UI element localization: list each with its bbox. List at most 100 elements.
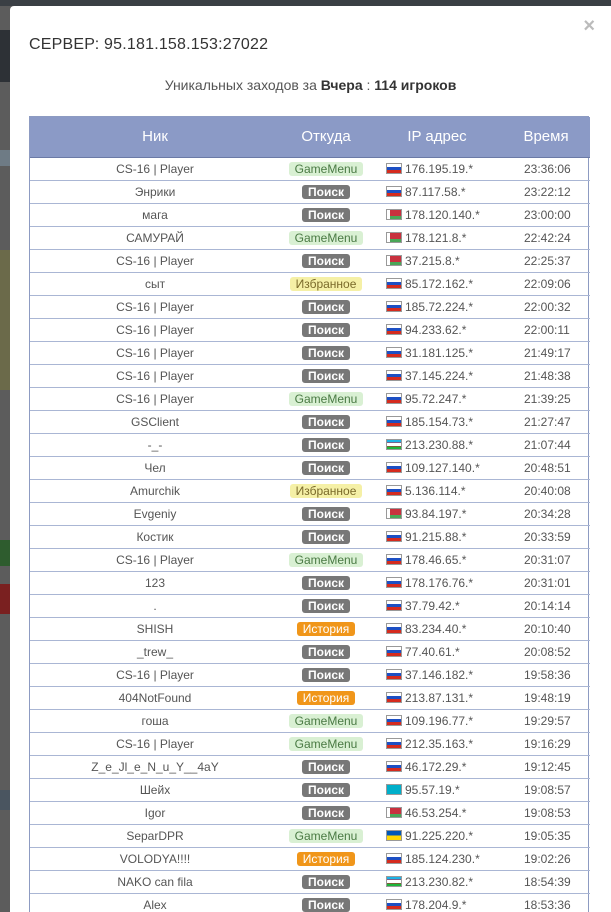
player-nick[interactable]: SHISH — [30, 617, 280, 641]
player-nick[interactable]: CS-16 | Player — [30, 548, 280, 572]
source-badge: Поиск — [301, 897, 350, 912]
player-nick[interactable]: Alex — [30, 893, 280, 912]
source-badge: Поиск — [301, 299, 350, 314]
ip-address: 91.225.220.* — [405, 828, 474, 843]
visit-time: 19:16:29 — [502, 732, 590, 756]
visit-time: 22:00:32 — [502, 295, 590, 319]
ip-address: 212.35.163.* — [405, 736, 474, 751]
visit-time: 22:42:24 — [502, 226, 590, 250]
player-nick[interactable]: CS-16 | Player — [30, 341, 280, 365]
player-nick[interactable]: SeparDPR — [30, 824, 280, 848]
ip-cell: 5.136.114.* — [372, 479, 502, 503]
unique-visits-period: Вчера — [320, 77, 363, 93]
player-nick[interactable]: -_- — [30, 433, 280, 457]
country-flag-icon — [386, 507, 402, 519]
player-nick[interactable]: CS-16 | Player — [30, 318, 280, 342]
table-row: CS-16 | Player GameMenu 212.35.163.* 19:16:… — [30, 732, 590, 756]
player-nick[interactable]: мага — [30, 203, 280, 227]
source-badge: GameMenu — [288, 713, 364, 728]
country-flag-icon — [386, 392, 402, 404]
player-nick[interactable]: Костик — [30, 525, 280, 549]
ip-cell: 91.215.88.* — [372, 525, 502, 549]
source-cell: Поиск — [280, 870, 372, 894]
source-cell: Поиск — [280, 801, 372, 825]
visits-table: Ник Откуда IP адрес Время CS-16 | Player… — [29, 116, 590, 912]
source-cell: Поиск — [280, 203, 372, 227]
table-row: CS-16 | Player Поиск 185.72.224.* 22:00:32 — [30, 295, 590, 319]
close-icon[interactable]: × — [583, 16, 595, 36]
source-badge: История — [296, 690, 356, 705]
player-nick[interactable]: Igor — [30, 801, 280, 825]
source-cell: GameMenu — [280, 157, 372, 181]
ip-address: 5.136.114.* — [405, 483, 466, 498]
unique-visits-summary: Уникальных заходов за Вчера : 114 игроко… — [10, 77, 611, 93]
ip-address: 83.234.40.* — [405, 621, 467, 636]
table-row: Шейх Поиск 95.57.19.* 19:08:57 — [30, 778, 590, 802]
country-flag-icon — [386, 185, 402, 197]
player-nick[interactable]: CS-16 | Player — [30, 387, 280, 411]
visit-time: 18:54:39 — [502, 870, 590, 894]
player-nick[interactable]: CS-16 | Player — [30, 364, 280, 388]
player-nick[interactable]: GSClient — [30, 410, 280, 434]
ip-cell: 178.121.8.* — [372, 226, 502, 250]
player-nick[interactable]: _trew_ — [30, 640, 280, 664]
player-nick[interactable]: CS-16 | Player — [30, 663, 280, 687]
visit-time: 23:22:12 — [502, 180, 590, 204]
country-flag-icon — [386, 760, 402, 772]
source-badge: GameMenu — [288, 552, 364, 567]
player-nick[interactable]: САМУРАЙ — [30, 226, 280, 250]
player-nick[interactable]: CS-16 | Player — [30, 249, 280, 273]
ip-address: 109.196.77.* — [405, 713, 474, 728]
player-nick[interactable]: Шейх — [30, 778, 280, 802]
player-nick[interactable]: . — [30, 594, 280, 618]
player-nick[interactable]: Amurchik — [30, 479, 280, 503]
table-row: Чел Поиск 109.127.140.* 20:48:51 — [30, 456, 590, 480]
player-nick[interactable]: 123 — [30, 571, 280, 595]
column-header-nick[interactable]: Ник — [30, 117, 280, 158]
ip-cell: 178.120.140.* — [372, 203, 502, 227]
source-badge: Поиск — [301, 345, 350, 360]
country-flag-icon — [386, 484, 402, 496]
visit-time: 19:48:19 — [502, 686, 590, 710]
source-cell: История — [280, 847, 372, 871]
ip-address: 213.230.88.* — [405, 437, 474, 452]
source-cell: Поиск — [280, 525, 372, 549]
source-badge: Поиск — [301, 759, 350, 774]
visit-time: 22:09:06 — [502, 272, 590, 296]
player-nick[interactable]: Z_e_Jl_e_N_u_Y__4aY — [30, 755, 280, 779]
player-nick[interactable]: Evgeniy — [30, 502, 280, 526]
source-cell: Поиск — [280, 433, 372, 457]
column-header-source[interactable]: Откуда — [280, 117, 372, 158]
player-nick[interactable]: сыт — [30, 272, 280, 296]
source-cell: Поиск — [280, 571, 372, 595]
player-nick[interactable]: CS-16 | Player — [30, 157, 280, 181]
table-row: CS-16 | Player GameMenu 178.46.65.* 20:31:0… — [30, 548, 590, 572]
player-nick[interactable]: NAKO can fila — [30, 870, 280, 894]
source-badge: Поиск — [301, 184, 350, 199]
table-row: Amurchik Избранное 5.136.114.* 20:40:08 — [30, 479, 590, 503]
country-flag-icon — [386, 530, 402, 542]
table-row: CS-16 | Player Поиск 37.146.182.* 19:58:36 — [30, 663, 590, 687]
country-flag-icon — [386, 691, 402, 703]
player-nick[interactable]: VOLODYA!!!! — [30, 847, 280, 871]
ip-cell: 91.225.220.* — [372, 824, 502, 848]
player-nick[interactable]: 404NotFound — [30, 686, 280, 710]
player-nick[interactable]: Энрики — [30, 180, 280, 204]
column-header-ip[interactable]: IP адрес — [372, 117, 502, 158]
ip-cell: 178.176.76.* — [372, 571, 502, 595]
ip-cell: 77.40.61.* — [372, 640, 502, 664]
source-cell: История — [280, 686, 372, 710]
table-row: SeparDPR GameMenu 91.225.220.* 19:05:35 — [30, 824, 590, 848]
player-nick[interactable]: гоша — [30, 709, 280, 733]
column-header-time[interactable]: Время — [502, 117, 590, 158]
player-nick[interactable]: CS-16 | Player — [30, 295, 280, 319]
source-cell: GameMenu — [280, 824, 372, 848]
table-row: сыт Избранное 85.172.162.* 22:09:06 — [30, 272, 590, 296]
player-nick[interactable]: CS-16 | Player — [30, 732, 280, 756]
country-flag-icon — [386, 162, 402, 174]
ip-address: 185.72.224.* — [405, 299, 474, 314]
source-badge: Поиск — [301, 322, 350, 337]
player-nick[interactable]: Чел — [30, 456, 280, 480]
visit-time: 19:08:53 — [502, 801, 590, 825]
table-row: -_- Поиск 213.230.88.* 21:07:44 — [30, 433, 590, 457]
